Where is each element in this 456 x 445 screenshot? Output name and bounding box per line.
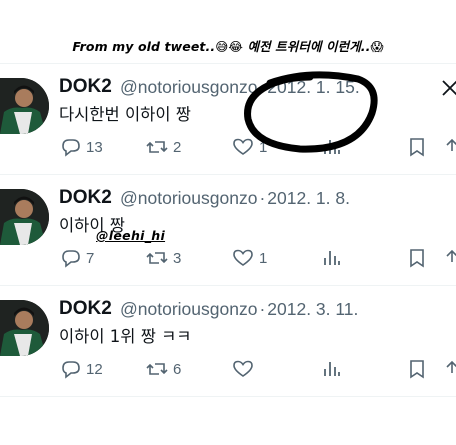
tweet-actions: 7 3 1 xyxy=(59,245,456,271)
like-icon xyxy=(233,360,253,377)
tweet-date[interactable]: 2012. 3. 11. xyxy=(267,299,358,319)
retweet-button[interactable]: 2 xyxy=(146,134,181,160)
retweet-icon xyxy=(146,363,168,375)
share-button[interactable] xyxy=(445,245,456,271)
retweet-icon xyxy=(146,141,168,153)
like-button[interactable] xyxy=(232,356,259,382)
retweet-count: 6 xyxy=(173,360,182,378)
tweet-actions: 12 6 xyxy=(59,356,456,382)
reply-count: 13 xyxy=(86,138,103,156)
bookmark-button[interactable] xyxy=(408,245,426,271)
like-count: 1 xyxy=(259,249,268,267)
reply-count: 12 xyxy=(86,360,103,378)
retweet-icon xyxy=(146,252,168,264)
views-icon xyxy=(324,362,340,376)
avatar[interactable] xyxy=(0,78,49,134)
like-button[interactable]: 1 xyxy=(232,134,267,160)
separator-dot: · xyxy=(259,77,266,97)
views-button[interactable] xyxy=(321,356,341,382)
views-button[interactable] xyxy=(321,134,341,160)
avatar[interactable] xyxy=(0,300,49,356)
like-count: 1 xyxy=(259,138,268,156)
tweet-date[interactable]: 2012. 1. 8. xyxy=(267,188,350,208)
avatar[interactable] xyxy=(0,189,49,245)
handle[interactable]: @notoriousgonzo xyxy=(120,188,257,208)
display-name[interactable]: DOK2 xyxy=(59,187,112,209)
separator-dot: · xyxy=(259,299,266,319)
views-icon xyxy=(324,251,340,265)
bookmark-button[interactable] xyxy=(408,134,426,160)
mention-sticker[interactable]: @leehi_hi xyxy=(96,228,165,243)
tweet-3[interactable]: DOK2 @notoriousgonzo · 2012. 3. 11. 이하이 1위… xyxy=(0,285,456,397)
tweet-date[interactable]: 2012. 1. 15. xyxy=(267,77,359,97)
bookmark-icon xyxy=(410,138,424,157)
like-icon xyxy=(233,249,253,266)
retweet-button[interactable]: 3 xyxy=(146,245,181,271)
like-icon xyxy=(233,138,253,155)
x-logo-icon xyxy=(442,80,456,96)
reply-count: 7 xyxy=(86,249,95,267)
reply-icon xyxy=(62,361,80,379)
tweet-text: 다시한번 이하이 짱 xyxy=(59,105,191,124)
tweet-actions: 13 2 1 xyxy=(59,134,456,160)
retweet-count: 3 xyxy=(173,249,182,267)
share-button[interactable] xyxy=(445,356,456,382)
bookmark-icon xyxy=(410,249,424,268)
handle[interactable]: @notoriousgonzo xyxy=(120,77,257,97)
tweet-2[interactable]: DOK2 @notoriousgonzo · 2012. 1. 8. 이하이 짱 @… xyxy=(0,174,456,285)
reply-button[interactable]: 12 xyxy=(61,356,103,382)
tweet-list: DOK2 @notoriousgonzo · 2012. 1. 15. 다시한번 이… xyxy=(0,63,456,397)
share-icon xyxy=(446,249,456,262)
reply-icon xyxy=(62,139,80,157)
handle[interactable]: @notoriousgonzo xyxy=(120,299,257,319)
handle-and-date: @notoriousgonzo · 2012. 1. 15. xyxy=(120,77,360,98)
tweet-text: 이하이 1위 짱 ㅋㅋ xyxy=(59,327,192,346)
reply-icon xyxy=(62,250,80,268)
bookmark-icon xyxy=(410,360,424,379)
reply-button[interactable]: 7 xyxy=(61,245,94,271)
views-icon xyxy=(324,140,340,154)
retweet-count: 2 xyxy=(173,138,182,156)
share-icon xyxy=(446,138,456,151)
handle-and-date: @notoriousgonzo · 2012. 3. 11. xyxy=(120,299,358,320)
tweet-1[interactable]: DOK2 @notoriousgonzo · 2012. 1. 15. 다시한번 이… xyxy=(0,63,456,174)
display-name[interactable]: DOK2 xyxy=(59,76,112,98)
story-caption: From my old tweet..😅😂 예전 트위터에 이런게..😱 xyxy=(72,39,384,54)
views-button[interactable] xyxy=(321,245,341,271)
bookmark-button[interactable] xyxy=(408,356,426,382)
display-name[interactable]: DOK2 xyxy=(59,298,112,320)
share-icon xyxy=(446,360,456,373)
retweet-button[interactable]: 6 xyxy=(146,356,181,382)
share-button[interactable] xyxy=(445,134,456,160)
separator-dot: · xyxy=(259,188,266,208)
like-button[interactable]: 1 xyxy=(232,245,267,271)
reply-button[interactable]: 13 xyxy=(61,134,103,160)
handle-and-date: @notoriousgonzo · 2012. 1. 8. xyxy=(120,188,350,209)
